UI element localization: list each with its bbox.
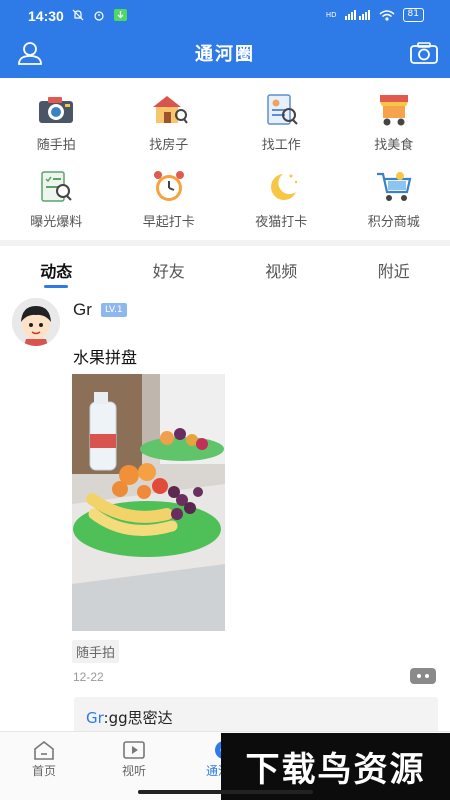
- category-label: 早起打卡: [142, 215, 195, 230]
- moon-icon: [260, 167, 302, 207]
- comment-icon: [410, 668, 436, 684]
- post-tag[interactable]: 随手拍: [72, 640, 120, 663]
- home-indicator[interactable]: [138, 790, 313, 794]
- download-icon: [114, 9, 127, 21]
- category-item-snap[interactable]: 随手拍: [0, 84, 113, 161]
- signal-label: HD: [325, 11, 337, 19]
- nav-item-home[interactable]: 首页: [4, 738, 84, 779]
- comment-button[interactable]: [410, 668, 436, 686]
- feed-post: Gr LV.1 水果拼盘 随手拍 12-22 Gr:gg思密达: [0, 292, 450, 737]
- level-badge: LV.1: [101, 303, 127, 317]
- battery-indicator: 81: [402, 8, 424, 22]
- post-date: 12-22: [73, 670, 104, 684]
- status-left-icons: [72, 9, 127, 21]
- house-search-icon: [148, 90, 190, 130]
- wifi-icon: [379, 9, 395, 21]
- section-divider: [0, 240, 450, 246]
- camera-icon: [410, 42, 438, 64]
- post-text: 水果拼盘: [73, 348, 138, 367]
- comment-author[interactable]: Gr: [86, 709, 104, 727]
- page-title: 通河圈: [195, 44, 255, 65]
- comment-text: :gg思密达: [103, 709, 173, 727]
- home-icon: [34, 740, 54, 760]
- report-icon: [35, 167, 77, 207]
- category-item-house[interactable]: 找房子: [113, 84, 226, 161]
- category-item-job[interactable]: 找工作: [225, 84, 338, 161]
- feed-tabs: 动态 好友 视频 附近: [0, 250, 450, 290]
- tab-dynamic[interactable]: 动态: [0, 250, 113, 290]
- tab-nearby[interactable]: 附近: [338, 250, 450, 290]
- category-item-night[interactable]: 夜猫打卡: [225, 161, 338, 238]
- category-label: 找美食: [374, 138, 414, 153]
- status-time: 14:30: [28, 8, 64, 24]
- resume-icon: [260, 90, 302, 130]
- tab-friends[interactable]: 好友: [113, 250, 226, 290]
- category-label: 找工作: [261, 138, 301, 153]
- status-bar: 14:30 HD 81: [0, 0, 450, 32]
- category-item-early[interactable]: 早起打卡: [113, 161, 226, 238]
- category-label: 随手拍: [36, 138, 76, 153]
- shopping-cart-icon: [373, 167, 415, 207]
- tab-video[interactable]: 视频: [225, 250, 338, 290]
- category-label: 积分商城: [367, 215, 420, 230]
- nav-label: 视听: [121, 764, 146, 778]
- camera-button[interactable]: [408, 38, 440, 68]
- category-item-report[interactable]: 曝光爆料: [0, 161, 113, 238]
- camera-icon: [35, 90, 77, 130]
- alarm-icon: [94, 11, 104, 21]
- nav-item-video[interactable]: 视听: [94, 738, 174, 779]
- mute-icon: [72, 9, 84, 21]
- post-photo[interactable]: [72, 374, 225, 631]
- alarm-clock-icon: [148, 167, 190, 207]
- category-grid: 随手拍 找房子 找工作 找美食 曝光爆料 早起打卡 夜猫打卡 积分商城: [0, 84, 450, 238]
- nav-label: 首页: [31, 764, 56, 778]
- category-label: 找房子: [149, 138, 189, 153]
- post-username[interactable]: Gr: [73, 300, 92, 320]
- category-item-mall[interactable]: 积分商城: [338, 161, 450, 238]
- food-cart-icon: [373, 90, 415, 130]
- category-label: 夜猫打卡: [255, 215, 308, 230]
- category-item-food[interactable]: 找美食: [338, 84, 450, 161]
- avatar[interactable]: [12, 298, 60, 346]
- status-right: HD 81: [326, 8, 424, 22]
- top-bar: 14:30 HD 81 通河圈: [0, 0, 450, 78]
- category-label: 曝光爆料: [30, 215, 83, 230]
- video-icon: [123, 741, 145, 759]
- signal-icon: [344, 10, 370, 20]
